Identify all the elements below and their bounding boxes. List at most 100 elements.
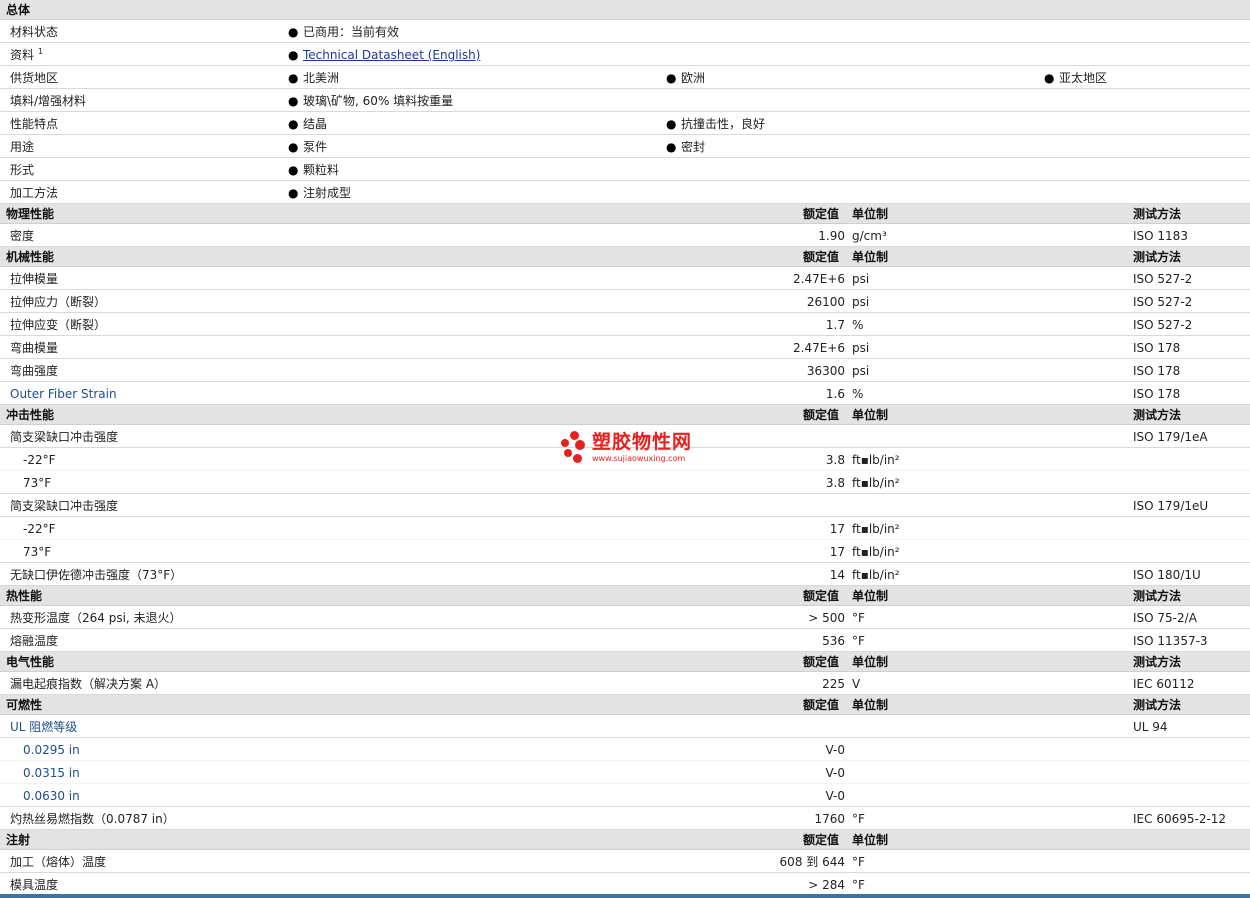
- property-value: V-0: [825, 789, 845, 803]
- property-label: 简支梁缺口冲击强度: [10, 430, 119, 444]
- general-row: 供货地区 ● 北美洲 ● 欧洲 ● 亚太地区: [0, 66, 1250, 89]
- property-value: V-0: [825, 766, 845, 780]
- row-label: 加工方法: [10, 186, 59, 200]
- bottom-bar: [0, 894, 1250, 898]
- property-row: 漏电起痕指数（解决方案 A） 225 V IEC 60112: [0, 672, 1250, 695]
- row-label: 用途: [10, 140, 35, 154]
- general-row: 加工方法 ● 注射成型: [0, 181, 1250, 204]
- datasheet-link[interactable]: Technical Datasheet (English): [303, 48, 480, 62]
- test-method: ISO 178: [1133, 341, 1181, 355]
- property-row: 拉伸应变（断裂） 1.7% ISO 527-2: [0, 313, 1250, 336]
- test-method: ISO 11357-3: [1133, 634, 1208, 648]
- property-label: -22°F: [23, 453, 56, 467]
- value-header: 额定值: [803, 408, 840, 422]
- property-label: 密度: [10, 229, 35, 243]
- section-title: 物理性能: [6, 207, 55, 221]
- option-item: ● 亚太地区: [1044, 71, 1107, 85]
- property-unit: psi: [852, 272, 870, 286]
- property-unit: ft▪lb/in²: [852, 522, 900, 536]
- property-unit: °F: [852, 812, 865, 826]
- property-value: > 284: [808, 878, 845, 892]
- property-row: Outer Fiber Strain 1.6% ISO 178: [0, 382, 1250, 405]
- bullet-icon: ●: [288, 140, 299, 154]
- option-item: ● 抗撞击性，良好: [666, 117, 765, 131]
- property-value: 1.6: [825, 387, 845, 401]
- test-method: ISO 178: [1133, 387, 1181, 401]
- option-text: 亚太地区: [1059, 71, 1108, 85]
- section-header: 冲击性能 额定值 单位制 测试方法: [0, 405, 1250, 425]
- bullet-icon: ●: [288, 117, 299, 131]
- property-unit: psi: [852, 364, 870, 378]
- section-header: 机械性能 额定值 单位制 测试方法: [0, 247, 1250, 267]
- unit-header: 单位制: [852, 207, 889, 221]
- section-header: 电气性能 额定值 单位制 测试方法: [0, 652, 1250, 672]
- option-item: ● 颗粒料: [288, 163, 339, 177]
- property-unit: °F: [852, 611, 865, 625]
- option-text: 已商用：当前有效: [303, 25, 400, 39]
- row-label: 供货地区: [10, 71, 59, 85]
- property-row: 73°F 3.8 ft▪lb/in²: [0, 471, 1250, 494]
- option-text: 欧洲: [681, 71, 706, 85]
- bullet-icon: ●: [288, 186, 299, 200]
- property-row: 0.0630 in V-0: [0, 784, 1250, 807]
- unit-header: 单位制: [852, 250, 889, 264]
- test-method: ISO 179/1eA: [1133, 430, 1208, 444]
- section-title: 总体: [6, 3, 31, 17]
- section-header: 热性能 额定值 单位制 测试方法: [0, 586, 1250, 606]
- test-method: ISO 527-2: [1133, 318, 1193, 332]
- property-value: 26100: [806, 295, 845, 309]
- property-row: 拉伸模量 2.47E+6 psi ISO 527-2: [0, 267, 1250, 290]
- property-value: 17: [829, 522, 845, 536]
- option-text: 注射成型: [303, 186, 352, 200]
- option-item: ● 密封: [666, 140, 705, 154]
- test-method-header: 测试方法: [1133, 589, 1182, 603]
- property-label: 0.0315 in: [23, 766, 80, 780]
- property-unit: %: [852, 387, 864, 401]
- property-unit: ft▪lb/in²: [852, 476, 900, 490]
- section-title: 可燃性: [6, 698, 43, 712]
- property-row: 熔融温度 536 °F ISO 11357-3: [0, 629, 1250, 652]
- section-title: 机械性能: [6, 250, 55, 264]
- property-label: UL 阻燃等级: [10, 720, 78, 734]
- property-label: 弯曲强度: [10, 364, 59, 378]
- section-title: 电气性能: [6, 655, 55, 669]
- property-unit: %: [852, 318, 864, 332]
- property-value: 536: [822, 634, 845, 648]
- property-value: 1.7: [825, 318, 845, 332]
- bullet-icon: ●: [1044, 71, 1055, 85]
- general-row: 用途 ● 泵件 ● 密封: [0, 135, 1250, 158]
- bullet-icon: ●: [288, 25, 299, 39]
- row-label: 填料/增强材料: [10, 94, 87, 108]
- property-label: 拉伸应力（断裂）: [10, 295, 107, 309]
- property-row: 热变形温度（264 psi, 未退火） > 500 °F ISO 75-2/A: [0, 606, 1250, 629]
- test-method: UL 94: [1133, 720, 1168, 734]
- property-value: 17: [829, 545, 845, 559]
- property-value: 608 到 644: [779, 855, 845, 869]
- property-label: 73°F: [23, 545, 52, 559]
- section-header-general: 总体: [0, 0, 1250, 20]
- property-unit: g/cm³: [852, 229, 887, 243]
- test-method-header: 测试方法: [1133, 250, 1182, 264]
- watermark-logo: 塑胶物性网 www.sujiaowuxing.com: [561, 430, 696, 466]
- value-header: 额定值: [803, 833, 840, 847]
- property-row: UL 阻燃等级 UL 94: [0, 715, 1250, 738]
- watermark-url: www.sujiaowuxing.com: [592, 454, 686, 463]
- general-row: 材料状态 ● 已商用：当前有效: [0, 20, 1250, 43]
- property-row: 0.0295 in V-0: [0, 738, 1250, 761]
- row-label: 形式: [10, 163, 35, 177]
- property-value: 1760: [814, 812, 845, 826]
- property-value: V-0: [825, 743, 845, 757]
- property-row: 密度 1.90 g/cm³ ISO 1183: [0, 224, 1250, 247]
- test-method: ISO 179/1eU: [1133, 499, 1209, 513]
- option-text: 抗撞击性，良好: [681, 117, 766, 131]
- unit-header: 单位制: [852, 833, 889, 847]
- property-row: 灼热丝易燃指数（0.0787 in） 1760 °F IEC 60695-2-12: [0, 807, 1250, 830]
- property-value: 36300: [806, 364, 845, 378]
- option-text: 玻璃\矿物, 60% 填料按重量: [303, 94, 454, 108]
- unit-header: 单位制: [852, 589, 889, 603]
- test-method: ISO 527-2: [1133, 295, 1193, 309]
- property-row: 模具温度 > 284 °F: [0, 873, 1250, 896]
- property-row: 简支梁缺口冲击强度 ISO 179/1eU: [0, 494, 1250, 517]
- property-unit: psi: [852, 341, 870, 355]
- bullet-icon: ●: [288, 48, 299, 62]
